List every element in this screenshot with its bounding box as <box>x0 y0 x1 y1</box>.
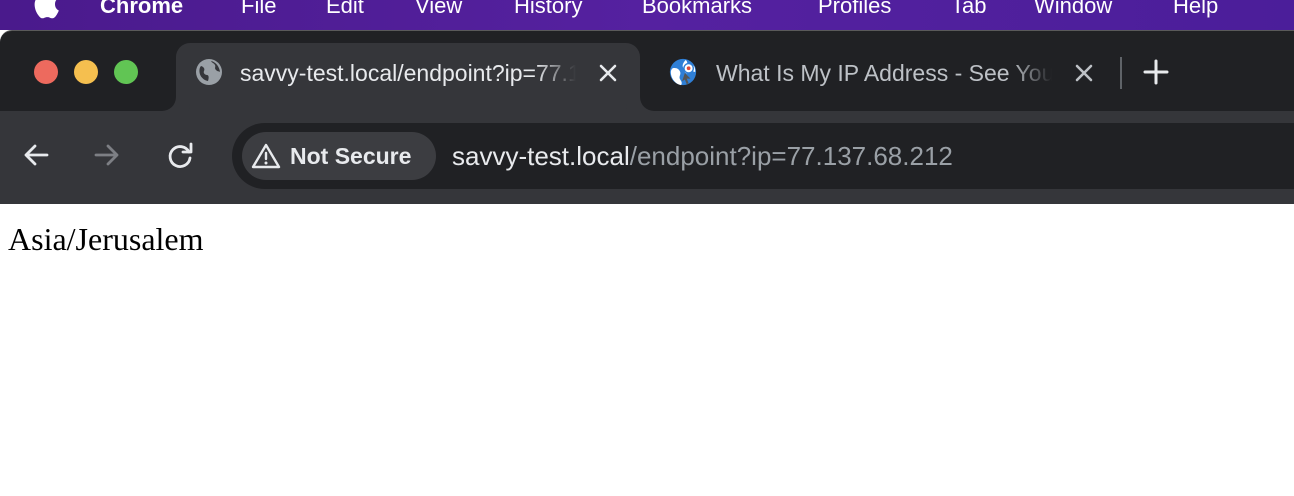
reload-icon[interactable] <box>164 139 196 171</box>
menu-app-name[interactable]: Chrome <box>100 0 183 21</box>
tab-title: savvy-test.local/endpoint?ip=77.137.68.2… <box>240 60 576 86</box>
menu-bookmarks[interactable]: Bookmarks <box>642 0 752 21</box>
menu-window[interactable]: Window <box>1034 0 1112 21</box>
minimize-window-button[interactable] <box>74 60 98 84</box>
security-label: Not Secure <box>290 143 412 169</box>
macos-menu-bar: Chrome File Edit View History Bookmarks … <box>0 0 1294 30</box>
url-path: /endpoint?ip=77.137.68.212 <box>629 141 953 171</box>
menu-view[interactable]: View <box>415 0 462 21</box>
browser-window: savvy-test.local/endpoint?ip=77.137.68.2… <box>0 30 1294 205</box>
tab-inactive[interactable]: What Is My IP Address - See Your Public … <box>652 43 1112 111</box>
menu-help[interactable]: Help <box>1173 0 1218 21</box>
whatismyip-logo-icon <box>669 58 697 86</box>
back-arrow-icon[interactable] <box>20 139 52 171</box>
menu-profiles[interactable]: Profiles <box>818 0 891 21</box>
tab-separator <box>1120 57 1122 89</box>
security-indicator-chip[interactable]: Not Secure <box>242 132 436 180</box>
menu-history[interactable]: History <box>514 0 582 21</box>
tab-active[interactable]: savvy-test.local/endpoint?ip=77.137.68.2… <box>176 43 640 111</box>
menu-edit[interactable]: Edit <box>326 0 364 21</box>
new-tab-plus-icon[interactable] <box>1142 57 1170 87</box>
tab-strip: savvy-test.local/endpoint?ip=77.137.68.2… <box>0 31 1294 111</box>
response-text: Asia/Jerusalem <box>8 221 204 257</box>
close-tab-icon[interactable] <box>1072 61 1096 85</box>
browser-toolbar: Not Secure savvy-test.local/endpoint?ip=… <box>0 111 1294 205</box>
menu-tab[interactable]: Tab <box>951 0 986 21</box>
close-tab-icon[interactable] <box>596 61 620 85</box>
page-content: Asia/Jerusalem <box>0 204 1294 496</box>
warning-triangle-icon <box>251 143 281 169</box>
url-text[interactable]: savvy-test.local/endpoint?ip=77.137.68.2… <box>452 139 953 173</box>
apple-logo-icon[interactable] <box>32 0 60 20</box>
globe-icon <box>196 59 222 85</box>
address-bar[interactable]: Not Secure savvy-test.local/endpoint?ip=… <box>232 123 1294 189</box>
forward-arrow-icon[interactable] <box>91 139 123 171</box>
url-host: savvy-test.local <box>452 141 630 171</box>
close-window-button[interactable] <box>34 60 58 84</box>
fullscreen-window-button[interactable] <box>114 60 138 84</box>
menu-file[interactable]: File <box>241 0 276 21</box>
tab-title: What Is My IP Address - See Your Public … <box>716 60 1052 86</box>
